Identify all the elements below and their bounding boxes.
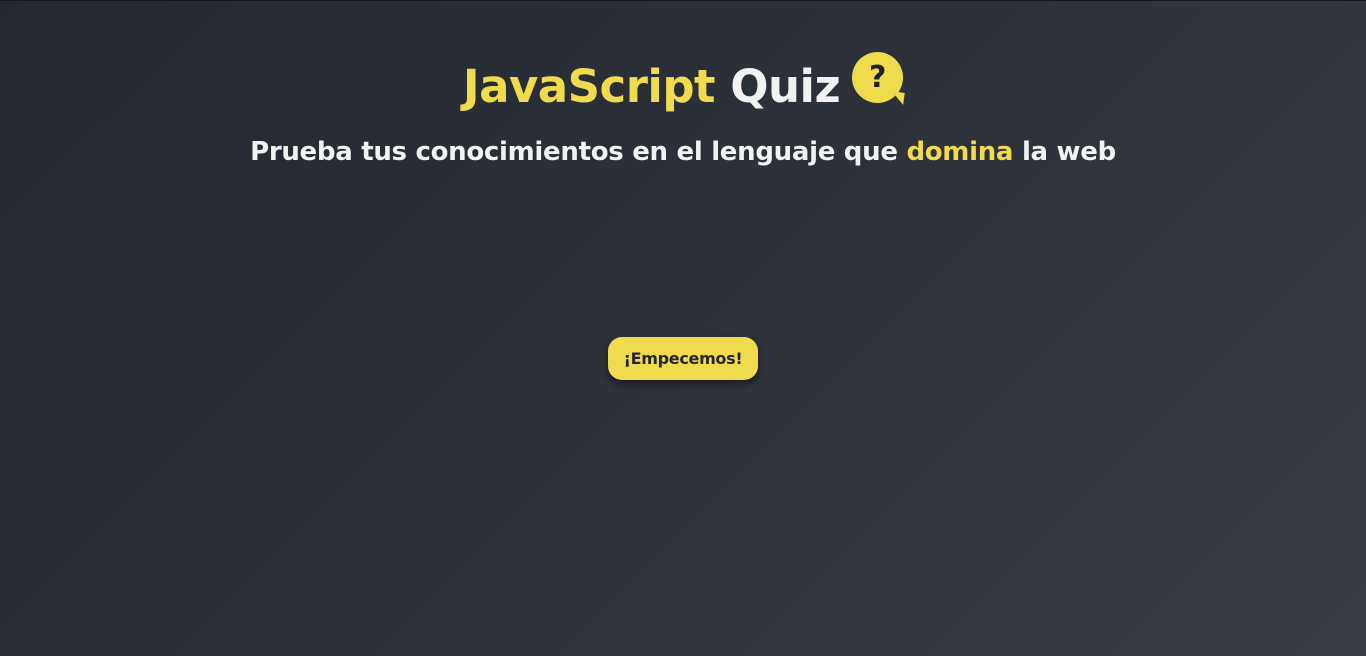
page-subtitle: Prueba tus conocimientos en el lenguaje …: [0, 137, 1366, 167]
subtitle-before: Prueba tus conocimientos en el lenguaje …: [250, 137, 898, 167]
subtitle-highlight: domina: [906, 137, 1014, 167]
subtitle-after: la web: [1021, 137, 1116, 167]
start-quiz-button[interactable]: ¡Empecemos!: [608, 337, 758, 380]
question-bubble-icon: ?: [852, 52, 905, 105]
page-title: JavaScript Quiz: [462, 51, 841, 123]
title-rest: Quiz: [730, 60, 841, 113]
title-highlight: JavaScript: [462, 60, 716, 113]
question-mark-glyph: ?: [868, 60, 887, 95]
title-row: JavaScript Quiz ?: [0, 51, 1366, 121]
quiz-header: JavaScript Quiz ? Prueba tus conocimient…: [0, 51, 1366, 167]
